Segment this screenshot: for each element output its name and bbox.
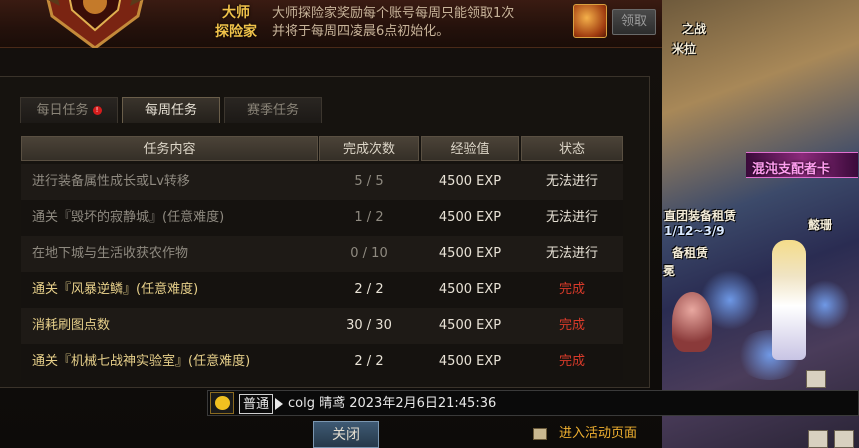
task-exp: 4500 EXP [438,282,502,297]
scene-exit-icon[interactable] [834,430,854,448]
task-exp: 4500 EXP [438,318,502,333]
close-button[interactable]: 关闭 [313,421,379,448]
task-exp: 4500 EXP [438,354,502,369]
task-name: 通关『机械七战神实验室』(任意难度) [32,354,251,369]
tab-weekly-label: 每周任务 [144,103,197,118]
task-status: 无法进行 [545,246,598,261]
scene-label: 之战 [682,22,707,36]
scene-settings-icon[interactable] [808,430,828,448]
banner-desc-line2: 并将于每周四凌晨6点初始化。 [272,24,450,39]
tab-weekly[interactable]: 每周任务 [122,97,220,123]
tab-daily[interactable]: 每日任务! [20,97,118,123]
table-header: 任务内容 完成次数 经验值 状态 [21,136,623,161]
task-name: 通关『毁坏的寂静城』(任意难度) [32,210,225,225]
scene-label: 直团装备租赁 [664,209,737,223]
boss-nameplate: 混沌支配者卡 [746,152,858,178]
task-status: 完成 [558,318,585,333]
task-exp: 4500 EXP [438,210,502,225]
header-exp: 经验值 [421,136,519,161]
task-name: 通关『风暴逆鳞』(任意难度) [32,282,199,297]
banner-desc-line1: 大师探险家奖励每个账号每周只能领取1次 [272,6,515,21]
banner-title-line1: 大师 [222,5,250,21]
banner-description: 大师探险家奖励每个账号每周只能领取1次 并将于每周四凌晨6点初始化。 [272,5,514,41]
task-exp: 4500 EXP [438,246,502,261]
chat-bar[interactable]: 普通 colg 晴鸢 2023年2月6日21:45:36 [207,390,859,416]
task-name: 消耗刷图点数 [32,318,111,333]
game-window: 之战 米拉 混沌支配者卡 直团装备租赁 1/12~3/9 备租赁 懿珊 冕 大师… [0,0,859,448]
banner-title-line2: 探险家 [215,24,257,40]
task-count: 5 / 5 [354,174,384,189]
claim-button[interactable]: 领取 [612,9,656,35]
task-name: 在地下城与生活收获农作物 [32,246,189,261]
task-status: 无法进行 [545,210,598,225]
task-status: 无法进行 [545,174,598,189]
tab-daily-label: 每日任务 [36,103,89,118]
header-task: 任务内容 [21,136,318,161]
table-row[interactable]: 在地下城与生活收获农作物 0 / 10 4500 EXP 无法进行 [21,236,623,272]
activity-page-icon [533,428,547,440]
table-row[interactable]: 进行装备属性成长或Lv转移 5 / 5 4500 EXP 无法进行 [21,164,623,200]
tab-season-label: 赛季任务 [246,103,299,118]
task-count: 0 / 10 [350,246,388,261]
task-exp: 4500 EXP [438,174,502,189]
header-status: 状态 [521,136,623,161]
scene-label: 1/12~3/9 [664,224,725,238]
task-status: 完成 [558,282,585,297]
activity-page-link[interactable]: 进入活动页面 [559,424,637,444]
scene-label: 米拉 [672,42,697,56]
tab-season[interactable]: 赛季任务 [224,97,322,123]
table-row[interactable]: 通关『毁坏的寂静城』(任意难度) 1 / 2 4500 EXP 无法进行 [21,200,623,236]
scene-label: 备租赁 [672,246,709,260]
task-count: 1 / 2 [354,210,384,225]
notification-badge: ! [92,106,102,115]
boss-name: 混沌支配者卡 [752,162,831,177]
master-explorer-banner: 大师 探险家 大师探险家奖励每个账号每周只能领取1次 并将于每周四凌晨6点初始化… [0,0,662,48]
chat-channel-selector[interactable]: 普通 [239,394,274,414]
scene-menu-icon[interactable] [806,370,826,388]
task-name: 进行装备属性成长或Lv转移 [32,174,190,189]
table-row[interactable]: 通关『机械七战神实验室』(任意难度) 2 / 2 4500 EXP 完成 [21,344,623,380]
task-count: 2 / 2 [354,354,384,369]
task-status: 完成 [558,354,585,369]
master-emblem-icon [46,0,144,48]
header-count: 完成次数 [319,136,419,161]
table-row[interactable]: 消耗刷图点数 30 / 30 4500 EXP 完成 [21,308,623,344]
table-row[interactable]: 通关『风暴逆鳞』(任意难度) 2 / 2 4500 EXP 完成 [21,272,623,308]
npc-figure [672,292,712,352]
task-count: 30 / 30 [346,318,392,333]
chat-message: colg 晴鸢 2023年2月6日21:45:36 [288,396,497,411]
scene-label: 冕 [663,264,676,278]
scene-label: 懿珊 [808,218,833,232]
player-character[interactable] [772,240,806,360]
chat-emoji-icon[interactable] [210,392,234,414]
skill-glow [800,280,850,330]
chat-arrow-icon [275,398,283,410]
task-count: 2 / 2 [354,282,384,297]
reward-box-icon[interactable] [573,4,607,38]
banner-title: 大师 探险家 [208,4,264,42]
